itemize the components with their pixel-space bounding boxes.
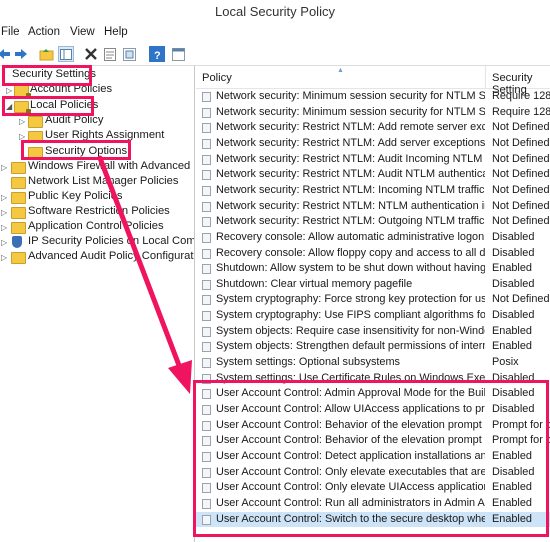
annotation-arrow	[97, 155, 192, 394]
